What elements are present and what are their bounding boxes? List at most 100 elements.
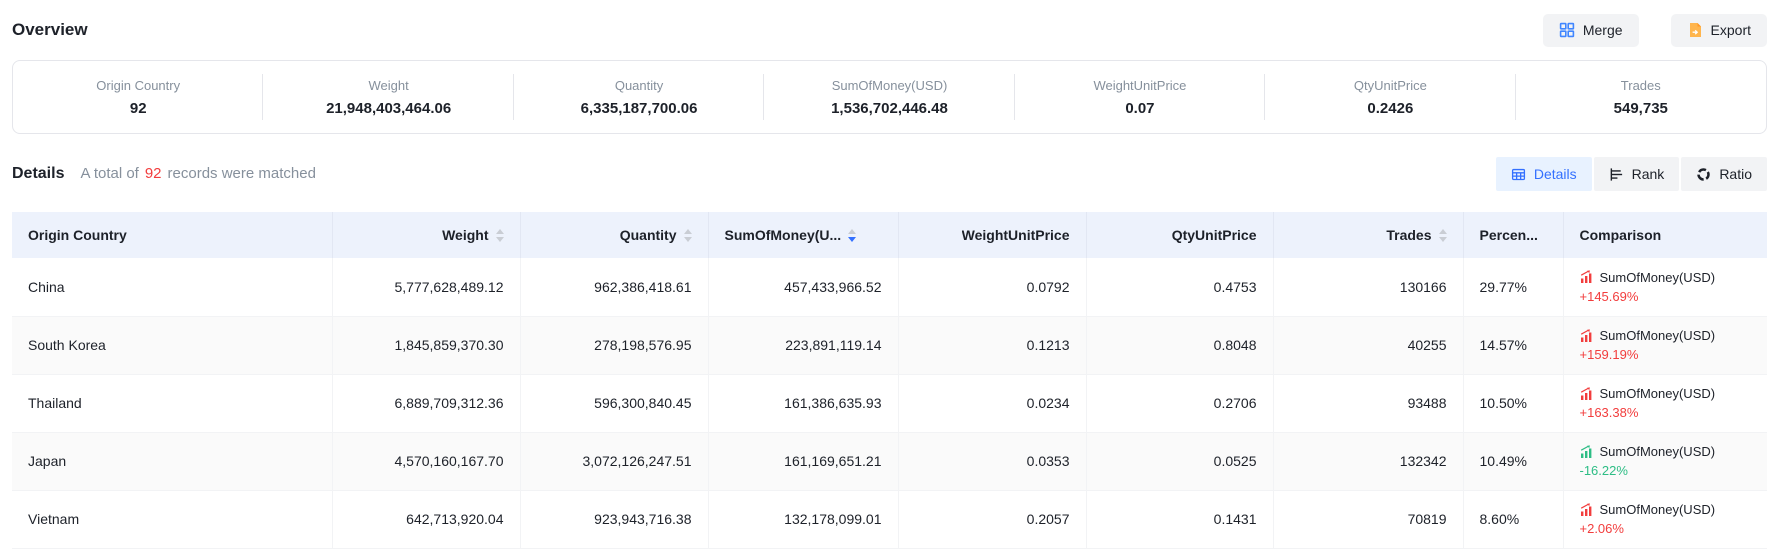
cell-origin-country: South Korea: [12, 316, 332, 374]
stat-cell: SumOfMoney(USD) 1,536,702,446.48: [764, 61, 1014, 133]
tab-details-label: Details: [1534, 166, 1577, 182]
stat-label: SumOfMoney(USD): [832, 78, 948, 93]
comparison-change: +145.69%: [1580, 289, 1752, 304]
cell-weight-unit-price: 0.1213: [898, 316, 1086, 374]
view-tab-group: Details Rank Ratio: [1496, 157, 1767, 191]
topbar-actions: Merge Export: [1543, 14, 1767, 47]
tab-details[interactable]: Details: [1496, 157, 1592, 191]
details-title: Details: [12, 165, 64, 183]
cell-trades: 93488: [1273, 374, 1463, 432]
cell-trades: 130166: [1273, 258, 1463, 316]
cell-percent: 14.57%: [1463, 316, 1563, 374]
comparison-change: +159.19%: [1580, 347, 1752, 362]
cell-quantity: 3,072,126,247.51: [520, 432, 708, 490]
sort-control[interactable]: [496, 229, 504, 242]
stat-value: 1,536,702,446.48: [831, 100, 948, 117]
page-title: Overview: [12, 20, 88, 40]
tab-rank[interactable]: Rank: [1594, 157, 1680, 191]
details-table: Origin Country Weight Quantity SumOfMone…: [12, 212, 1767, 549]
details-bar: Details A total of92records were matched…: [12, 156, 1767, 192]
overview-stats-card: Origin Country 92 Weight 21,948,403,464.…: [12, 60, 1767, 134]
stat-cell: Origin Country 92: [13, 61, 263, 133]
stat-label: Origin Country: [96, 78, 180, 93]
export-button-label: Export: [1711, 22, 1751, 38]
cell-weight: 4,570,160,167.70: [332, 432, 520, 490]
cell-qty-unit-price: 0.2706: [1086, 374, 1273, 432]
table-row[interactable]: China 5,777,628,489.12 962,386,418.61 45…: [12, 258, 1767, 316]
table-row[interactable]: Japan 4,570,160,167.70 3,072,126,247.51 …: [12, 432, 1767, 490]
column-header-origin-country: Origin Country: [12, 212, 332, 258]
cell-weight: 642,713,920.04: [332, 490, 520, 548]
records-summary: A total of92records were matched: [80, 165, 315, 182]
cell-comparison: SumOfMoney(USD) +159.19%: [1563, 316, 1767, 374]
cell-qty-unit-price: 0.8048: [1086, 316, 1273, 374]
cell-weight: 1,845,859,370.30: [332, 316, 520, 374]
export-button[interactable]: Export: [1671, 14, 1767, 47]
comparison-change: -16.22%: [1580, 463, 1752, 478]
stat-label: Weight: [369, 78, 409, 93]
stat-cell: QtyUnitPrice 0.2426: [1265, 61, 1515, 133]
stat-value: 21,948,403,464.06: [326, 100, 451, 117]
cell-weight: 5,777,628,489.12: [332, 258, 520, 316]
table-row[interactable]: Thailand 6,889,709,312.36 596,300,840.45…: [12, 374, 1767, 432]
comparison-metric: SumOfMoney(USD): [1600, 386, 1716, 401]
stat-value: 6,335,187,700.06: [581, 100, 698, 117]
stat-value: 0.07: [1125, 100, 1154, 117]
stat-label: WeightUnitPrice: [1093, 78, 1186, 93]
cell-weight-unit-price: 0.0234: [898, 374, 1086, 432]
table-body: China 5,777,628,489.12 962,386,418.61 45…: [12, 258, 1767, 548]
comparison-change: +2.06%: [1580, 521, 1752, 536]
cell-trades: 132342: [1273, 432, 1463, 490]
comparison-metric: SumOfMoney(USD): [1600, 502, 1716, 517]
table-icon: [1511, 167, 1526, 182]
comparison-change: +163.38%: [1580, 405, 1752, 420]
cell-quantity: 962,386,418.61: [520, 258, 708, 316]
trend-up-icon: [1580, 503, 1594, 517]
stat-label: Trades: [1621, 78, 1661, 93]
merge-icon: [1559, 22, 1575, 38]
table-row[interactable]: Vietnam 642,713,920.04 923,943,716.38 13…: [12, 490, 1767, 548]
stat-cell: WeightUnitPrice 0.07: [1015, 61, 1265, 133]
cell-sum-of-money: 161,169,651.21: [708, 432, 898, 490]
cell-sum-of-money: 161,386,635.93: [708, 374, 898, 432]
stat-label: QtyUnitPrice: [1354, 78, 1427, 93]
column-header-quantity: Quantity: [520, 212, 708, 258]
stat-cell: Trades 549,735: [1516, 61, 1766, 133]
cell-quantity: 278,198,576.95: [520, 316, 708, 374]
comparison-metric: SumOfMoney(USD): [1600, 270, 1716, 285]
table-row[interactable]: South Korea 1,845,859,370.30 278,198,576…: [12, 316, 1767, 374]
cell-comparison: SumOfMoney(USD) +2.06%: [1563, 490, 1767, 548]
cell-comparison: SumOfMoney(USD) -16.22%: [1563, 432, 1767, 490]
records-count: 92: [145, 165, 162, 182]
sort-control-active[interactable]: [848, 229, 856, 242]
stat-cell: Weight 21,948,403,464.06: [263, 61, 513, 133]
cell-percent: 8.60%: [1463, 490, 1563, 548]
column-header-sum-of-money: SumOfMoney(U...: [708, 212, 898, 258]
cell-weight: 6,889,709,312.36: [332, 374, 520, 432]
cell-quantity: 596,300,840.45: [520, 374, 708, 432]
trend-down-icon: [1580, 445, 1594, 459]
column-header-weight-unit-price: WeightUnitPrice: [898, 212, 1086, 258]
sort-control[interactable]: [684, 229, 692, 242]
stat-cell: Quantity 6,335,187,700.06: [514, 61, 764, 133]
export-icon: [1687, 22, 1703, 38]
cell-sum-of-money: 457,433,966.52: [708, 258, 898, 316]
cell-sum-of-money: 132,178,099.01: [708, 490, 898, 548]
stat-label: Quantity: [615, 78, 663, 93]
cell-origin-country: Vietnam: [12, 490, 332, 548]
merge-button[interactable]: Merge: [1543, 14, 1639, 47]
tab-ratio-label: Ratio: [1719, 166, 1752, 182]
tab-ratio[interactable]: Ratio: [1681, 157, 1767, 191]
cell-weight-unit-price: 0.2057: [898, 490, 1086, 548]
cell-quantity: 923,943,716.38: [520, 490, 708, 548]
sort-control[interactable]: [1439, 229, 1447, 242]
column-header-weight: Weight: [332, 212, 520, 258]
stat-value: 92: [130, 100, 147, 117]
cell-trades: 70819: [1273, 490, 1463, 548]
cell-origin-country: Japan: [12, 432, 332, 490]
column-header-percent: Percen...: [1463, 212, 1563, 258]
cell-weight-unit-price: 0.0353: [898, 432, 1086, 490]
trend-up-icon: [1580, 329, 1594, 343]
column-header-trades: Trades: [1273, 212, 1463, 258]
cell-percent: 10.49%: [1463, 432, 1563, 490]
